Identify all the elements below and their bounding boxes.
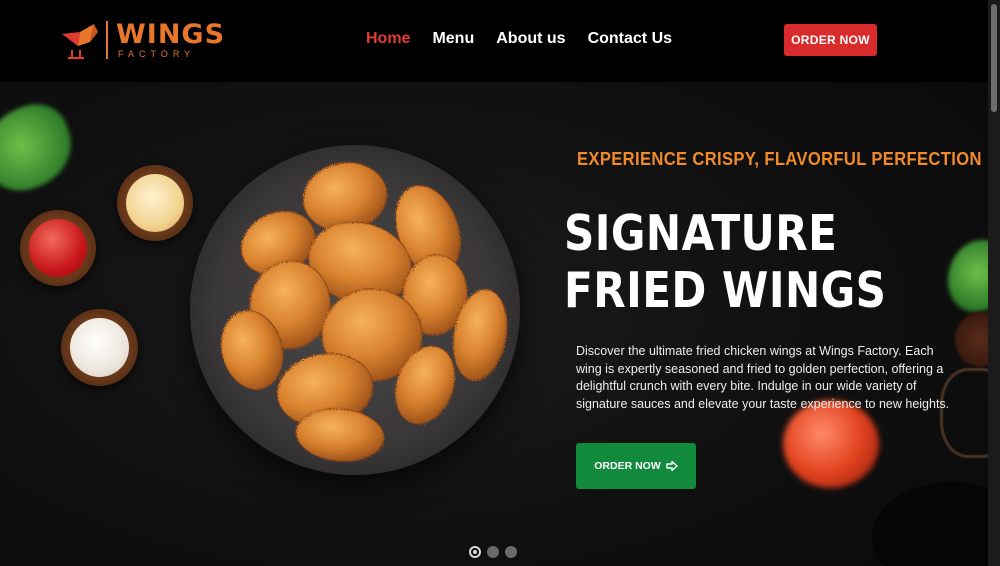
brand-logo[interactable]: WINGS FACTORY <box>60 18 225 62</box>
hero-order-label: ORDER NOW <box>594 460 661 472</box>
hero-description: Discover the ultimate fried chicken wing… <box>576 344 950 411</box>
logo-subtitle: FACTORY <box>118 49 196 59</box>
carousel-dot-2[interactable] <box>487 546 499 558</box>
nav-home[interactable]: Home <box>366 30 410 48</box>
carousel-indicators <box>469 546 517 558</box>
page: WINGS FACTORY Home Menu About us Contact… <box>0 0 1000 566</box>
nav-contact[interactable]: Contact Us <box>588 30 672 48</box>
logo-wordmark: WINGS FACTORY <box>116 21 225 59</box>
fried-wings-illustration <box>220 162 508 462</box>
main-nav: Home Menu About us Contact Us <box>366 30 672 48</box>
hero-order-button[interactable]: ORDER NOW <box>576 443 696 489</box>
hero-title: SIGNATURE FRIED WINGS <box>564 205 887 319</box>
header-order-button[interactable]: ORDER NOW <box>784 24 877 56</box>
carousel-dot-1[interactable] <box>469 546 481 558</box>
scrollbar-thumb[interactable] <box>991 4 997 112</box>
arrow-right-icon <box>666 461 678 471</box>
logo-title: WINGS <box>116 19 226 50</box>
ranch-bowl <box>61 309 138 386</box>
nav-about[interactable]: About us <box>496 30 565 48</box>
mayo-bowl <box>117 165 193 241</box>
logo-divider <box>106 21 108 59</box>
origami-bird-icon <box>62 24 98 59</box>
basil-leaf-left <box>0 95 83 201</box>
page-scrollbar[interactable] <box>988 0 1000 566</box>
nav-menu[interactable]: Menu <box>432 30 474 48</box>
dark-stone-decoration <box>872 482 1000 566</box>
tomato-decoration <box>783 400 879 488</box>
carousel-dot-3[interactable] <box>505 546 517 558</box>
hero-eyebrow: EXPERIENCE CRISPY, FLAVORFUL PERFECTION <box>577 149 982 169</box>
ketchup-bowl <box>20 210 96 286</box>
site-header: WINGS FACTORY Home Menu About us Contact… <box>0 0 1000 82</box>
fried-wings-plate-image <box>190 145 520 475</box>
